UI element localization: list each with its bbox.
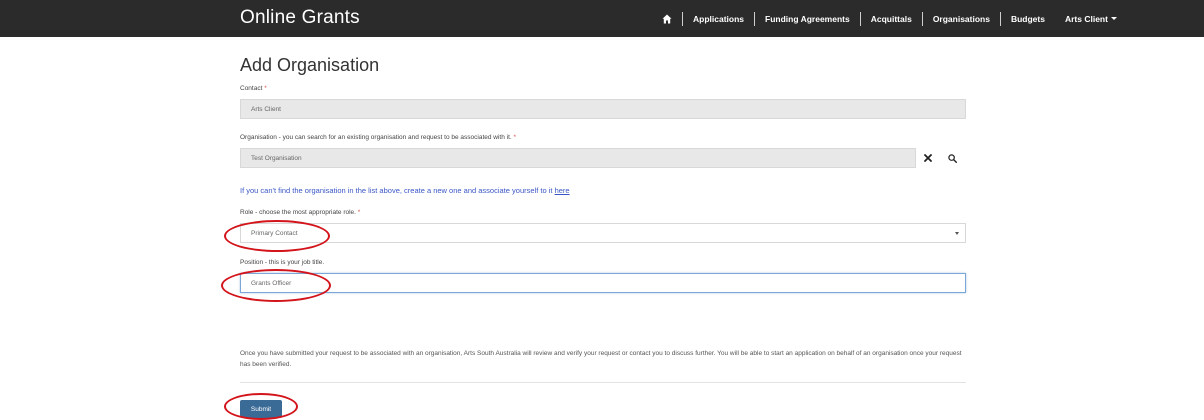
contact-label: Contact * — [240, 85, 267, 92]
create-organisation-link[interactable]: here — [555, 186, 570, 195]
required-mark: * — [357, 209, 361, 216]
top-navbar: Online Grants Applications Funding Agree… — [0, 0, 1204, 37]
organisation-search-field[interactable]: Test Organisation — [240, 148, 916, 168]
role-value: Primary Contact — [251, 229, 298, 237]
search-icon — [947, 153, 957, 163]
nav-organisations[interactable]: Organisations — [923, 14, 1000, 24]
nav-acquittals[interactable]: Acquittals — [861, 14, 922, 24]
organisation-value: Test Organisation — [251, 154, 302, 162]
divider — [240, 382, 966, 383]
nav-applications[interactable]: Applications — [683, 14, 754, 24]
main-nav: Applications Funding Agreements Acquitta… — [652, 0, 1127, 37]
organisation-actions — [916, 148, 966, 168]
required-mark: * — [513, 134, 517, 141]
user-menu-label: Arts Client — [1064, 13, 1108, 24]
contact-field[interactable]: Arts Client — [240, 99, 966, 119]
nav-home[interactable] — [652, 14, 682, 24]
create-organisation-hint: If you can't find the organisation in th… — [240, 186, 570, 195]
position-value: Grants Officer — [251, 279, 292, 287]
role-label-text: Role - choose the most appropriate role. — [240, 209, 356, 216]
brand-logo[interactable]: Online Grants — [240, 7, 360, 29]
chevron-down-icon — [955, 232, 959, 235]
contact-value: Arts Client — [251, 105, 281, 113]
search-organisation-button[interactable] — [940, 148, 964, 168]
role-label: Role - choose the most appropriate role.… — [240, 209, 360, 216]
submit-button[interactable]: Submit — [240, 400, 282, 418]
user-menu[interactable]: Arts Client — [1055, 14, 1127, 24]
clear-organisation-button[interactable] — [916, 148, 940, 168]
contact-label-text: Contact — [240, 85, 263, 92]
position-input[interactable]: Grants Officer — [240, 273, 966, 293]
submission-info-text: Once you have submitted your request to … — [240, 350, 962, 368]
role-select[interactable]: Primary Contact — [240, 223, 966, 243]
nav-budgets[interactable]: Budgets — [1001, 14, 1055, 24]
organisation-label: Organisation - you can search for an exi… — [240, 134, 516, 141]
required-mark: * — [264, 85, 267, 92]
organisation-label-text: Organisation - you can search for an exi… — [240, 134, 512, 141]
home-icon — [662, 14, 672, 23]
nav-funding-agreements[interactable]: Funding Agreements — [755, 14, 860, 24]
position-label-text: Position - this is your job title. — [240, 259, 325, 266]
position-label: Position - this is your job title. — [240, 259, 324, 266]
close-icon — [924, 154, 932, 162]
create-hint-text: If you can't find the organisation in th… — [240, 186, 553, 195]
caret-down-icon — [1110, 17, 1117, 20]
page-title: Add Organisation — [240, 55, 380, 75]
